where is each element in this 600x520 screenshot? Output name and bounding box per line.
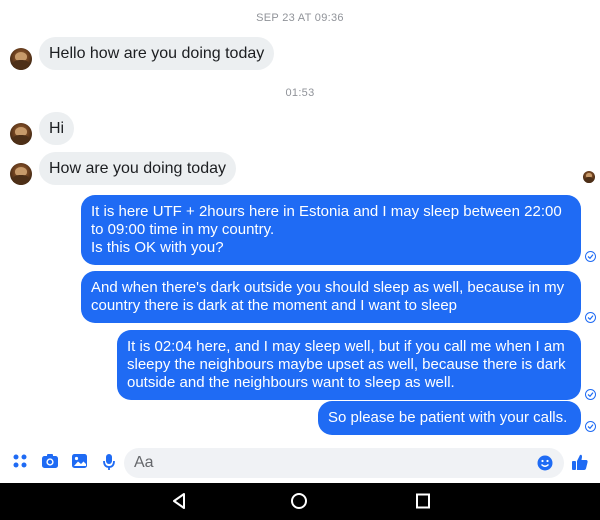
gallery-icon[interactable] bbox=[71, 453, 88, 474]
message-line: to 09:00 time in my country. bbox=[91, 221, 275, 238]
message-line: country there is dark at the moment and … bbox=[91, 297, 458, 314]
contact-avatar[interactable] bbox=[10, 48, 32, 70]
delivered-check-icon bbox=[585, 389, 596, 400]
read-receipt-avatar bbox=[583, 171, 595, 183]
message-line: It is 02:04 here, and I may sleep well, … bbox=[127, 338, 565, 355]
microphone-icon[interactable] bbox=[103, 453, 115, 476]
recents-icon[interactable] bbox=[415, 492, 431, 515]
back-icon[interactable] bbox=[171, 492, 187, 515]
message-line: sleepy the neighbours maybe upset as wel… bbox=[127, 356, 566, 373]
camera-icon[interactable] bbox=[41, 453, 59, 474]
timestamp: 01:53 bbox=[285, 87, 315, 99]
message-line: Is this OK with you? bbox=[91, 239, 224, 256]
delivered-check-icon bbox=[585, 251, 596, 262]
incoming-message[interactable]: How are you doing today bbox=[39, 152, 236, 185]
more-icon[interactable] bbox=[12, 453, 28, 474]
delivered-check-icon bbox=[585, 421, 596, 432]
outgoing-message[interactable]: It is here UTF + 2hours here in Estonia … bbox=[81, 195, 581, 265]
contact-avatar[interactable] bbox=[10, 163, 32, 185]
message-line: So please be patient with your calls. bbox=[328, 409, 568, 426]
outgoing-message[interactable]: It is 02:04 here, and I may sleep well, … bbox=[117, 330, 581, 400]
home-icon[interactable] bbox=[290, 492, 308, 515]
contact-avatar[interactable] bbox=[10, 123, 32, 145]
incoming-message[interactable]: Hi bbox=[39, 112, 75, 145]
timestamp: SEP 23 AT 09:36 bbox=[256, 12, 344, 24]
delivered-check-icon bbox=[585, 312, 596, 323]
like-icon[interactable] bbox=[571, 453, 589, 476]
incoming-message[interactable]: Hello how are you doing today bbox=[39, 37, 275, 70]
system-navigation-bar bbox=[0, 483, 600, 520]
message-input[interactable]: Aa bbox=[124, 448, 564, 478]
outgoing-message[interactable]: And when there's dark outside you should… bbox=[81, 271, 581, 323]
message-composer: Aa bbox=[0, 444, 600, 482]
message-line: outside and the neighbours want to sleep… bbox=[127, 374, 455, 391]
message-line: It is here UTF + 2hours here in Estonia … bbox=[91, 203, 562, 220]
emoji-icon[interactable] bbox=[537, 455, 553, 476]
message-input-placeholder: Aa bbox=[134, 454, 154, 471]
outgoing-message[interactable]: So please be patient with your calls. bbox=[318, 401, 581, 435]
message-line: And when there's dark outside you should… bbox=[91, 279, 565, 296]
